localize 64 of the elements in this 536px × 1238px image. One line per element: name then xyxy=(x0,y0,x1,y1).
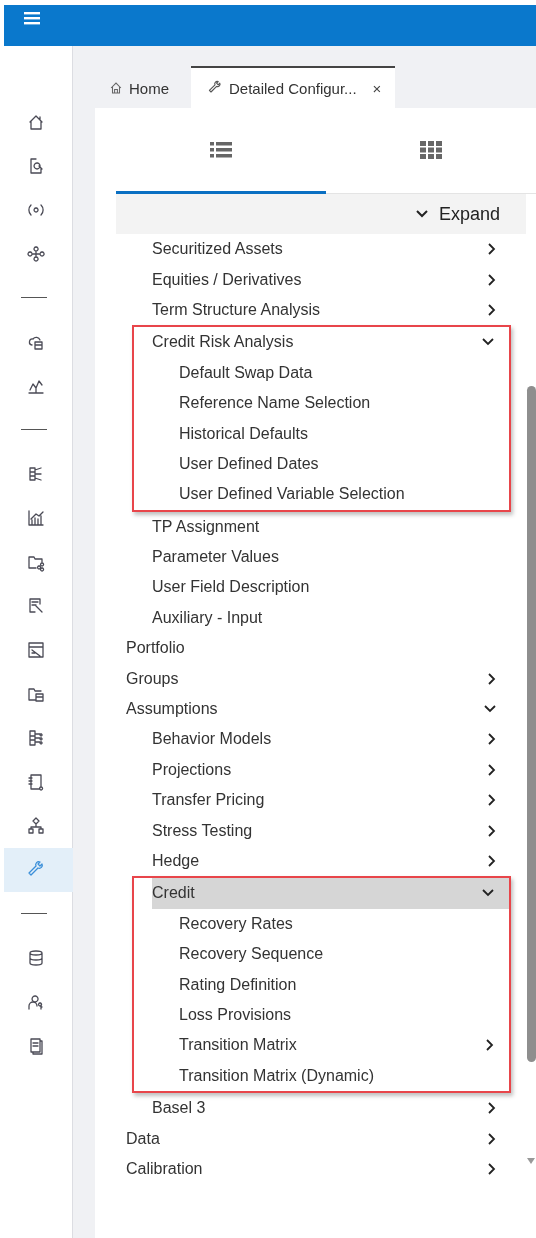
tree-item[interactable]: User Defined Variable Selection xyxy=(179,479,509,510)
chevron-down-icon xyxy=(414,209,429,219)
chevron-right-icon xyxy=(487,242,497,257)
chevron-down-icon xyxy=(481,888,495,899)
bar-chart-icon xyxy=(26,508,46,528)
tree-item[interactable]: Securitized Assets xyxy=(152,234,511,265)
chevron-right-icon xyxy=(487,671,497,686)
tree-item[interactable]: Basel 3 xyxy=(152,1092,511,1124)
chevron-right-icon xyxy=(487,823,497,838)
tree-item[interactable]: Default Swap Data xyxy=(179,357,509,388)
tree-item[interactable]: Groups xyxy=(126,663,511,694)
tree-item[interactable]: Parameter Values xyxy=(152,541,511,573)
chevron-right-icon xyxy=(487,854,497,868)
tree-item[interactable]: Behavior Models xyxy=(152,724,511,755)
expand-button[interactable]: Expand xyxy=(414,203,500,225)
tree-item[interactable]: Hedge xyxy=(152,845,511,877)
tree-item[interactable]: Transfer Pricing xyxy=(152,785,511,816)
tree-item[interactable]: Term Structure Analysis xyxy=(152,294,511,326)
network-icon xyxy=(26,244,46,264)
chevron-right-icon xyxy=(487,793,497,808)
tree-item[interactable]: Assumptions xyxy=(126,693,511,725)
tree-item[interactable]: Credit xyxy=(152,878,509,909)
tree-item[interactable]: Historical Defaults xyxy=(179,418,509,449)
tree-item[interactable]: Credit Risk Analysis xyxy=(152,327,509,358)
tree-diagram-icon xyxy=(26,728,46,748)
list-icon xyxy=(210,141,232,158)
database-icon xyxy=(26,948,46,968)
grid-icon xyxy=(420,140,442,159)
tree-item[interactable]: Stress Testing xyxy=(152,815,511,846)
chevron-right-icon xyxy=(487,1161,497,1176)
tree-item[interactable]: Auxiliary - Input xyxy=(152,602,511,634)
tab[interactable]: Home xyxy=(95,68,191,108)
tree-item[interactable]: Equities / Derivatives xyxy=(152,264,511,295)
chevron-right-icon xyxy=(485,1038,495,1053)
tree-item[interactable]: Rating Definition xyxy=(179,969,509,1000)
tree-item[interactable]: TP Assignment xyxy=(152,511,511,542)
tree-item[interactable]: Portfolio xyxy=(126,633,511,664)
scrollbar-thumb[interactable] xyxy=(526,386,536,1062)
tree-item[interactable]: Transition Matrix xyxy=(179,1030,509,1061)
tree-item[interactable]: Loss Provisions xyxy=(179,999,509,1031)
home-icon xyxy=(109,81,123,95)
chevron-right-icon xyxy=(487,732,497,747)
chevron-down-icon xyxy=(481,337,495,348)
chevron-right-icon xyxy=(487,272,497,287)
scroll-down-icon[interactable] xyxy=(527,1158,535,1164)
chevron-down-icon xyxy=(483,704,497,715)
chevron-right-icon xyxy=(487,302,497,317)
tree-item[interactable]: Transition Matrix (Dynamic) xyxy=(179,1060,509,1091)
tree-item[interactable]: Data xyxy=(126,1123,511,1154)
close-button[interactable]: × xyxy=(362,79,382,97)
tree-item[interactable]: User Field Description xyxy=(152,572,511,603)
tree-item[interactable]: Recovery Rates xyxy=(179,908,509,939)
tree-item[interactable]: Recovery Sequence xyxy=(179,939,509,970)
chevron-right-icon xyxy=(487,762,497,777)
tree-item[interactable]: Projections xyxy=(152,754,511,786)
tree-item[interactable]: Reference Name Selection xyxy=(179,387,509,419)
chevron-right-icon xyxy=(487,1131,497,1146)
menu-icon xyxy=(24,10,40,25)
chevron-right-icon xyxy=(487,1101,497,1116)
tree-item[interactable]: Calibration xyxy=(126,1153,511,1185)
flowchart-icon xyxy=(26,816,46,836)
tree-item[interactable]: User Defined Dates xyxy=(179,448,509,480)
notebook-icon xyxy=(26,772,46,792)
tab[interactable]: Detailed Configur... × xyxy=(191,66,396,108)
